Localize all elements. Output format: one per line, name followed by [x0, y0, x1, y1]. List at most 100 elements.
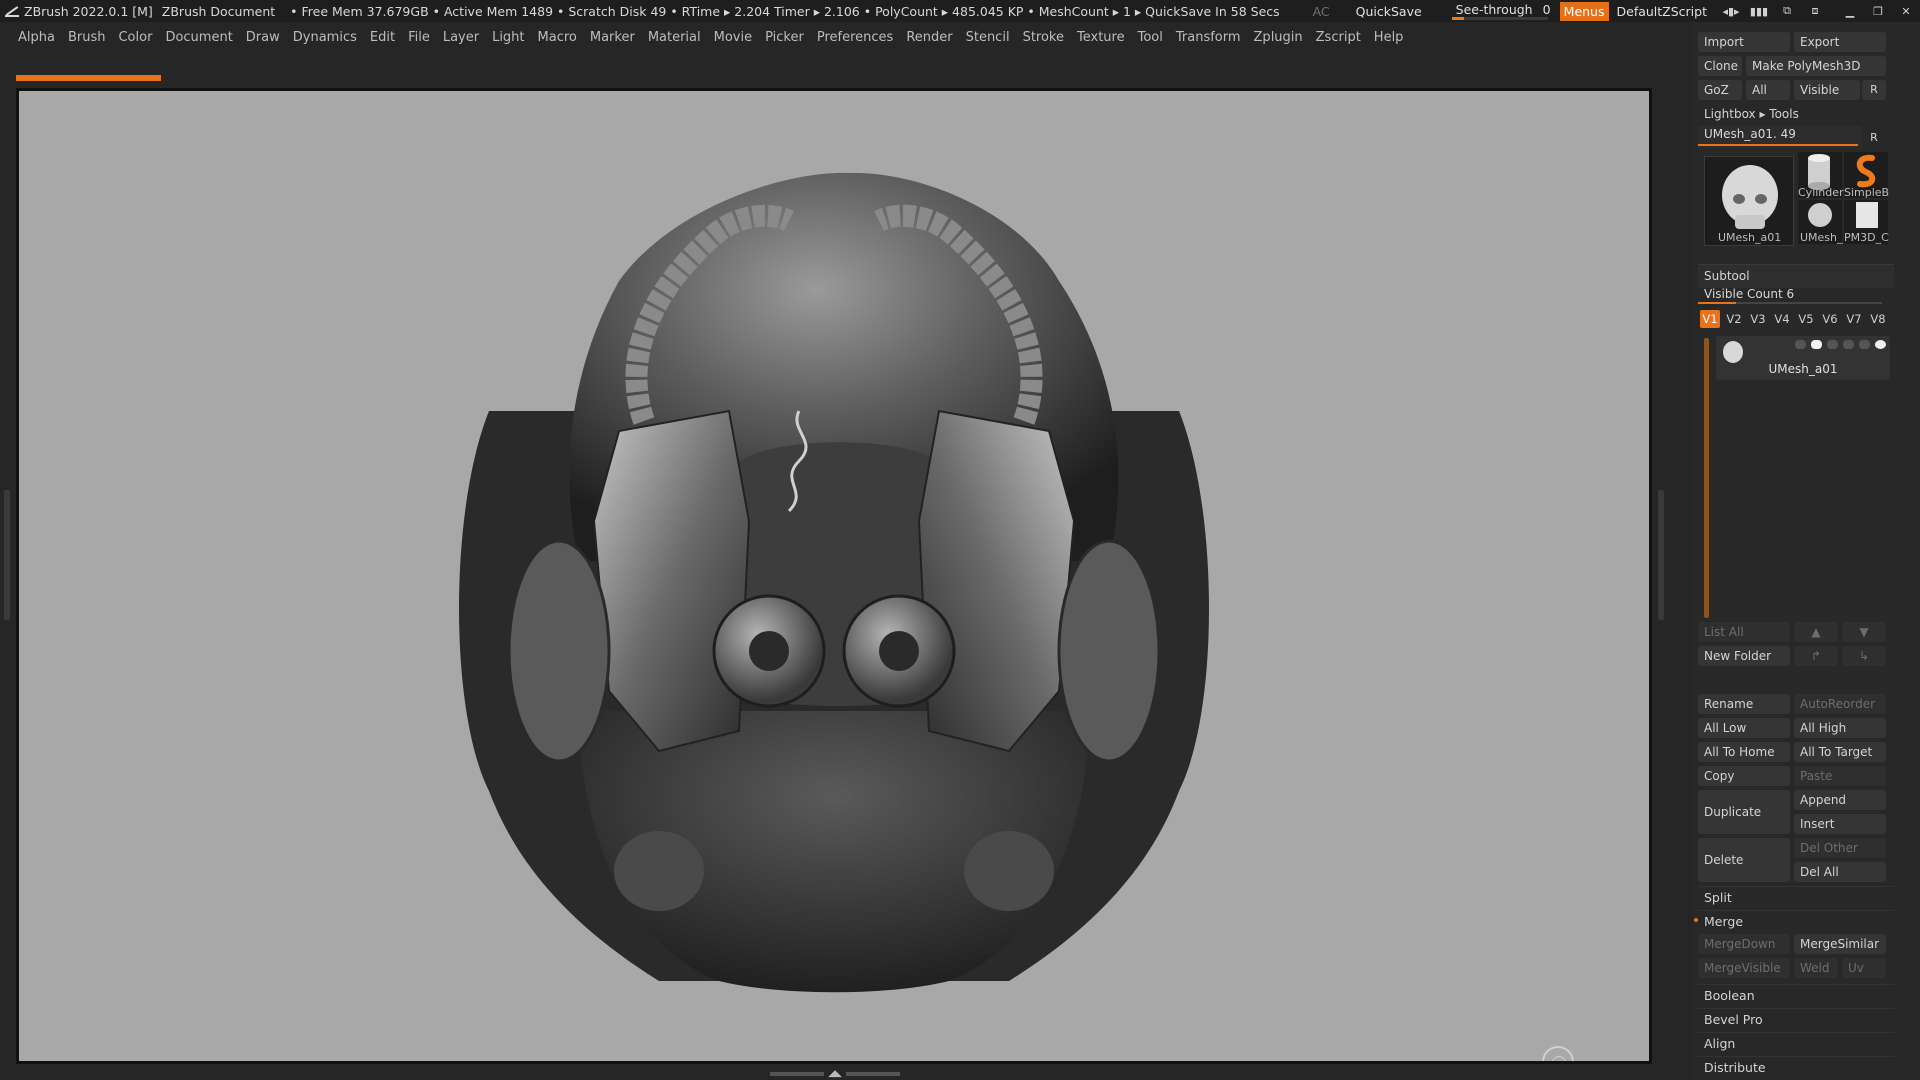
rename-button[interactable]: Rename	[1698, 694, 1790, 714]
boolean-section[interactable]: Boolean	[1698, 984, 1894, 1006]
menus-toggle-button[interactable]: Menus	[1559, 1, 1609, 21]
menu-tool[interactable]: Tool	[1138, 30, 1163, 45]
move-down-arrow-icon[interactable]: ▼	[1842, 622, 1886, 642]
version-v6-button[interactable]: V6	[1820, 310, 1840, 328]
uv-button[interactable]: Uv	[1842, 958, 1886, 978]
folder-move-up-icon[interactable]: ↱	[1794, 646, 1838, 666]
delete-button[interactable]: Delete	[1698, 838, 1790, 882]
autoreorder-button[interactable]: AutoReorder	[1794, 694, 1886, 714]
menu-marker[interactable]: Marker	[590, 30, 635, 45]
subtool-material-icon[interactable]	[1827, 340, 1838, 349]
menu-document[interactable]: Document	[165, 30, 232, 45]
lightbox-tools-button[interactable]: Lightbox ▸ Tools	[1698, 104, 1886, 124]
all-to-home-button[interactable]: All To Home	[1698, 742, 1790, 762]
window-arrange-icon[interactable]: ⧉	[1776, 3, 1798, 19]
menu-zscript[interactable]: Zscript	[1316, 30, 1361, 45]
current-tool-slider[interactable]: UMesh_a01. 49	[1698, 126, 1862, 148]
goz-r-button[interactable]: R	[1862, 80, 1886, 100]
paste-button[interactable]: Paste	[1794, 766, 1886, 786]
menu-brush[interactable]: Brush	[68, 30, 106, 45]
move-up-arrow-icon[interactable]: ▲	[1794, 622, 1838, 642]
close-icon[interactable]: ✕	[1895, 3, 1917, 19]
bevel-pro-section[interactable]: Bevel Pro	[1698, 1008, 1894, 1030]
current-tool-r-button[interactable]: R	[1862, 128, 1886, 148]
all-to-target-button[interactable]: All To Target	[1794, 742, 1886, 762]
menu-transform[interactable]: Transform	[1176, 30, 1241, 45]
default-zscript-button[interactable]: DefaultZScript	[1617, 4, 1708, 19]
mergesimilar-button[interactable]: MergeSimilar	[1794, 934, 1886, 954]
menu-stroke[interactable]: Stroke	[1023, 30, 1064, 45]
subtool-item[interactable]: UMesh_a01	[1716, 336, 1890, 380]
menu-material[interactable]: Material	[648, 30, 701, 45]
goz-visible-button[interactable]: Visible	[1794, 80, 1860, 100]
menu-file[interactable]: File	[408, 30, 430, 45]
menu-preferences[interactable]: Preferences	[817, 30, 893, 45]
menu-light[interactable]: Light	[492, 30, 524, 45]
split-section[interactable]: Split	[1698, 886, 1894, 908]
sculpt-model-helmet-head[interactable]	[19, 91, 1649, 1061]
make-polymesh3d-button[interactable]: Make PolyMesh3D	[1746, 56, 1886, 76]
menu-color[interactable]: Color	[118, 30, 152, 45]
new-folder-button[interactable]: New Folder	[1698, 646, 1790, 666]
subtool-brush-icon[interactable]	[1795, 340, 1806, 349]
menu-dynamics[interactable]: Dynamics	[293, 30, 357, 45]
right-tray-handle[interactable]	[1658, 490, 1664, 620]
menu-movie[interactable]: Movie	[714, 30, 752, 45]
del-other-button[interactable]: Del Other	[1794, 838, 1886, 858]
subtool-lock-icon[interactable]	[1843, 340, 1854, 349]
interface-config-icon[interactable]: ▮▮▮	[1748, 3, 1770, 19]
bottom-tray-handle[interactable]: ◢◣	[770, 1069, 900, 1079]
menu-picker[interactable]: Picker	[765, 30, 804, 45]
menu-help[interactable]: Help	[1374, 30, 1404, 45]
version-v5-button[interactable]: V5	[1796, 310, 1816, 328]
folder-move-down-icon[interactable]: ↳	[1842, 646, 1886, 666]
subtool-pencil-icon[interactable]	[1859, 340, 1870, 349]
menu-alpha[interactable]: Alpha	[18, 30, 55, 45]
subtool-header[interactable]: Subtool	[1698, 264, 1894, 288]
duplicate-button[interactable]: Duplicate	[1698, 790, 1790, 834]
all-low-button[interactable]: All Low	[1698, 718, 1790, 738]
align-section[interactable]: Align	[1698, 1032, 1894, 1054]
del-all-button[interactable]: Del All	[1794, 862, 1886, 882]
menu-layer[interactable]: Layer	[443, 30, 479, 45]
layout-toggle-icon[interactable]: ◂▮▸	[1720, 3, 1742, 19]
weld-button[interactable]: Weld	[1794, 958, 1838, 978]
menu-zplugin[interactable]: Zplugin	[1254, 30, 1303, 45]
menu-macro[interactable]: Macro	[538, 30, 577, 45]
menu-edit[interactable]: Edit	[370, 30, 395, 45]
left-tray-handle[interactable]	[4, 490, 10, 620]
subtool-list-scrollbar[interactable]	[1704, 338, 1709, 618]
distribute-section[interactable]: Distribute	[1698, 1056, 1894, 1078]
goz-button[interactable]: GoZ	[1698, 80, 1742, 100]
append-button[interactable]: Append	[1794, 790, 1886, 810]
subtool-polypaint-icon[interactable]	[1811, 340, 1822, 349]
clone-button[interactable]: Clone	[1698, 56, 1742, 76]
version-v3-button[interactable]: V3	[1748, 310, 1768, 328]
version-v1-button[interactable]: V1	[1700, 310, 1720, 328]
copy-button[interactable]: Copy	[1698, 766, 1790, 786]
menu-render[interactable]: Render	[906, 30, 952, 45]
version-v7-button[interactable]: V7	[1844, 310, 1864, 328]
quicksave-button[interactable]: QuickSave	[1356, 4, 1422, 19]
mergevisible-button[interactable]: MergeVisible	[1698, 958, 1790, 978]
menu-draw[interactable]: Draw	[246, 30, 280, 45]
see-through-slider[interactable]: See-through 0	[1448, 1, 1551, 21]
menu-texture[interactable]: Texture	[1077, 30, 1125, 45]
mergedown-button[interactable]: MergeDown	[1698, 934, 1790, 954]
import-button[interactable]: Import	[1698, 32, 1790, 52]
insert-button[interactable]: Insert	[1794, 814, 1886, 834]
visible-count-slider[interactable]: Visible Count 6	[1698, 286, 1886, 306]
subtool-visibility-eye-icon[interactable]	[1875, 340, 1886, 349]
all-high-button[interactable]: All High	[1794, 718, 1886, 738]
restore-icon[interactable]: ❐	[1867, 3, 1889, 19]
menu-stencil[interactable]: Stencil	[966, 30, 1010, 45]
goz-all-button[interactable]: All	[1746, 80, 1790, 100]
version-v8-button[interactable]: V8	[1868, 310, 1888, 328]
version-v2-button[interactable]: V2	[1724, 310, 1744, 328]
export-button[interactable]: Export	[1794, 32, 1886, 52]
document-canvas[interactable]	[19, 91, 1649, 1061]
minimize-icon[interactable]: ▁	[1839, 3, 1861, 19]
version-v4-button[interactable]: V4	[1772, 310, 1792, 328]
merge-section[interactable]: Merge	[1694, 910, 1894, 932]
list-all-button[interactable]: List All	[1698, 622, 1790, 642]
